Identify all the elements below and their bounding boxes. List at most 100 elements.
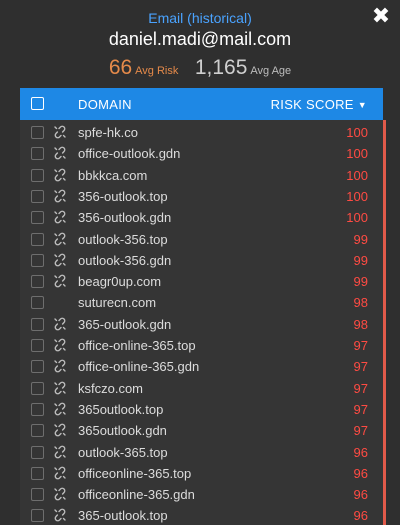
risk-score-cell: 100 [346,188,368,204]
domain-cell[interactable]: 365-outlook.gdn [78,317,171,332]
close-icon[interactable]: ✖ [370,6,392,28]
table-row[interactable]: office-outlook.gdn 100 [20,143,383,164]
row-checkbox[interactable] [31,126,44,139]
row-checkbox[interactable] [31,232,44,246]
avg-risk-value: 66 [108,56,133,79]
domain-cell[interactable]: suturecn.com [78,295,156,310]
table-row[interactable]: spfe-hk.co 100 [20,122,383,143]
table-row[interactable]: ksfczo.com 97 [20,378,383,399]
risk-score-cell: 97 [353,401,368,417]
table-row[interactable]: 365outlook.gdn 97 [20,420,383,441]
table-row[interactable]: suturecn.com 98 [20,292,383,313]
row-checkbox[interactable] [31,296,44,310]
domain-cell[interactable]: outlook-356.top [78,232,168,247]
table-row[interactable]: office-online-365.top 97 [20,335,383,356]
risk-score-cell: 100 [346,125,368,140]
table-row[interactable]: outlook-356.gdn 99 [20,250,383,271]
broken-link-icon[interactable] [53,189,67,203]
broken-link-icon[interactable] [53,466,67,480]
broken-link-icon[interactable] [53,210,67,224]
domain-cell[interactable]: outlook-356.gdn [78,253,171,268]
broken-link-icon[interactable] [53,317,67,331]
domain-cell[interactable]: officeonline-365.top [78,466,191,481]
row-checkbox[interactable] [31,189,44,203]
broken-link-icon[interactable] [53,125,67,139]
column-header-risk-score[interactable]: RISK SCORE ▼ [271,97,367,112]
row-checkbox[interactable] [31,381,44,395]
broken-link-icon[interactable] [53,381,67,395]
broken-link-icon[interactable] [53,508,67,522]
domain-cell[interactable]: beagr0up.com [78,274,161,289]
broken-link-icon[interactable] [53,338,67,352]
row-checkbox[interactable] [31,211,44,225]
row-checkbox[interactable] [31,317,44,331]
broken-link-icon[interactable] [53,359,67,373]
risk-score-cell: 96 [353,508,368,524]
row-checkbox[interactable] [31,275,44,289]
broken-link-icon[interactable] [53,487,67,501]
risk-score-cell: 97 [353,380,368,396]
broken-link-icon[interactable] [53,274,67,288]
table-row[interactable]: outlook-356.top 99 [20,229,383,250]
row-checkbox[interactable] [31,360,44,374]
domain-cell[interactable]: spfe-hk.co [78,125,138,140]
table-row[interactable]: 365-outlook.gdn 98 [20,314,383,335]
risk-score-cell: 96 [353,444,368,460]
avg-age-value: 1,165 [194,56,248,79]
domain-cell[interactable]: 365-outlook.top [78,508,168,523]
header: Email (historical) daniel.madi@mail.com … [0,0,400,88]
table-row[interactable]: 356-outlook.top 100 [20,186,383,207]
scrollbar[interactable] [383,120,386,525]
row-checkbox[interactable] [31,402,44,416]
row-checkbox[interactable] [31,168,44,182]
stats: 66 Avg Risk 1,165 Avg Age [0,56,400,80]
domain-cell[interactable]: 356-outlook.top [78,189,168,204]
row-checkbox[interactable] [31,424,44,438]
domain-cell[interactable]: office-online-365.top [78,338,196,353]
select-all-checkbox[interactable] [31,97,44,110]
row-checkbox[interactable] [31,445,44,459]
broken-link-icon[interactable] [53,232,67,246]
table-row[interactable]: 365-outlook.top 96 [20,505,383,525]
domain-table: DOMAIN RISK SCORE ▼ spfe-hk.co 100 office-o… [20,88,386,525]
table-row[interactable]: office-online-365.gdn 97 [20,356,383,377]
email-historical-title: Email (historical) [148,10,252,26]
risk-score-cell: 99 [353,231,368,247]
risk-score-cell: 97 [353,359,368,375]
broken-link-icon[interactable] [53,402,67,416]
broken-link-icon[interactable] [53,253,67,267]
row-checkbox[interactable] [31,488,44,502]
broken-link-icon[interactable] [53,146,67,160]
risk-score-cell: 100 [346,146,368,162]
domain-cell[interactable]: 356-outlook.gdn [78,210,171,225]
broken-link-icon[interactable] [53,445,67,459]
domain-cell[interactable]: 365outlook.top [78,402,163,417]
domain-cell[interactable]: outlook-365.top [78,445,168,460]
domain-cell[interactable]: office-online-365.gdn [78,359,199,374]
table-row[interactable]: officeonline-365.gdn 96 [20,484,383,505]
row-checkbox[interactable] [31,509,44,523]
risk-score-cell: 98 [353,295,368,311]
domain-cell[interactable]: bbkkca.com [78,168,147,183]
row-checkbox[interactable] [31,339,44,352]
row-checkbox[interactable] [31,466,44,480]
table-row[interactable]: officeonline-365.top 96 [20,463,383,484]
broken-link-icon[interactable] [53,168,67,182]
column-header-domain[interactable]: DOMAIN [78,97,132,112]
avg-age-label: Avg Age [250,65,292,77]
broken-link-icon[interactable] [53,423,67,437]
domain-cell[interactable]: ksfczo.com [78,381,143,396]
risk-score-cell: 97 [353,338,368,353]
table-row[interactable]: outlook-365.top 96 [20,442,383,463]
row-checkbox[interactable] [31,147,44,161]
table-body[interactable]: spfe-hk.co 100 office-outlook.gdn 100 bbkkca… [20,120,383,525]
table-row[interactable]: 356-outlook.gdn 100 [20,207,383,228]
domain-cell[interactable]: 365outlook.gdn [78,423,167,438]
table-row[interactable]: beagr0up.com 99 [20,271,383,292]
risk-score-cell: 100 [346,210,368,226]
domain-cell[interactable]: office-outlook.gdn [78,146,180,161]
table-row[interactable]: 365outlook.top 97 [20,399,383,420]
domain-cell[interactable]: officeonline-365.gdn [78,487,195,502]
table-row[interactable]: bbkkca.com 100 [20,165,383,186]
row-checkbox[interactable] [31,253,44,267]
